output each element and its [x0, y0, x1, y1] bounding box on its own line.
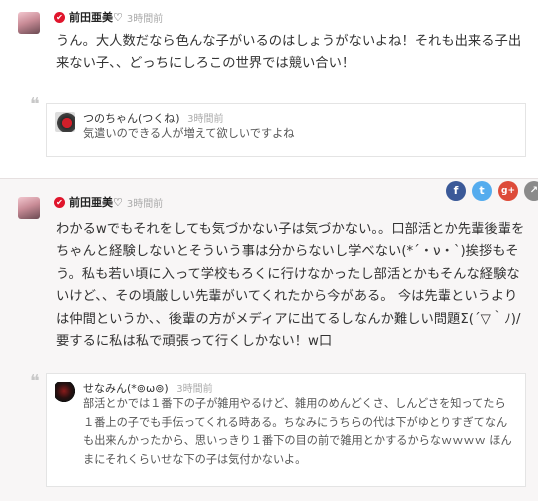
- reply-author[interactable]: せなみん(*⊚ω⊚): [83, 382, 169, 395]
- twitter-share-button[interactable]: t: [472, 181, 492, 201]
- reply-timestamp: 3時間前: [176, 384, 213, 395]
- facebook-share-button[interactable]: f: [446, 181, 466, 201]
- author-name[interactable]: 前田亜美♡: [69, 9, 123, 25]
- timestamp: 3時間前: [126, 198, 164, 210]
- reply-avatar[interactable]: [55, 382, 75, 402]
- reply-timestamp: 3時間前: [187, 114, 224, 125]
- author-name[interactable]: 前田亜美♡: [69, 194, 123, 210]
- comment-post-1: ✔ 前田亜美♡ 3時間前 うん。大人数だなら色んな子がいるのはしょうがないよね！…: [0, 0, 538, 172]
- reply-header: せなみん(*⊚ω⊚) 3時間前: [83, 380, 213, 396]
- quote-icon: ❝: [30, 94, 40, 115]
- post-text: うん。大人数だなら色んな子がいるのはしょうがないよね！それも出来る子出来ない子、…: [56, 34, 522, 72]
- post-header: ✔ 前田亜美♡ 3時間前: [54, 9, 163, 25]
- quote-icon: ❝: [30, 371, 40, 392]
- avatar[interactable]: [18, 197, 40, 219]
- reply-text: 気遣いのできる人が増えて欲しいですよね: [83, 127, 295, 140]
- reply-text: 部活とかでは１番下の子が雑用やるけど、雑用のめんどくさ、しんどさを知ってたら１番…: [83, 397, 512, 466]
- timestamp: 3時間前: [126, 13, 164, 25]
- check-badge-icon: ✔: [54, 196, 65, 208]
- post-text: わかるwでもそれをしても気づかない子は気づかない。。口部活とか先輩後輩をちゃんと…: [56, 222, 525, 350]
- reply-header: つのちゃん(つくね) 3時間前: [83, 110, 223, 126]
- external-share-button[interactable]: ↗: [524, 181, 538, 201]
- googleplus-share-button[interactable]: g+: [498, 181, 518, 201]
- post-header: ✔ 前田亜美♡ 3時間前: [54, 194, 163, 210]
- reply-box: せなみん(*⊚ω⊚) 3時間前 部活とかでは１番下の子が雑用やるけど、雑用のめん…: [46, 373, 526, 487]
- check-badge-icon: ✔: [54, 11, 65, 23]
- reply-box: つのちゃん(つくね) 3時間前 気遣いのできる人が増えて欲しいですよね: [46, 103, 526, 157]
- avatar[interactable]: [18, 12, 40, 34]
- comment-post-2: f t g+ ↗ ✔ 前田亜美♡ 3時間前 わかるwでもそれをしても気づかない子…: [0, 178, 538, 501]
- reply-author[interactable]: つのちゃん(つくね): [83, 112, 180, 125]
- reply-avatar[interactable]: [55, 112, 75, 132]
